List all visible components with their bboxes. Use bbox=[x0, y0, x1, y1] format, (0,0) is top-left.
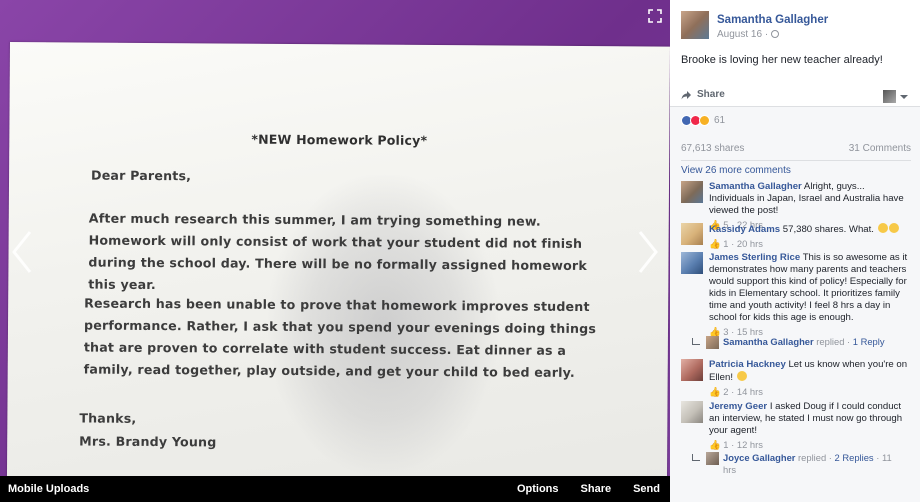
share-button[interactable]: Share bbox=[581, 483, 612, 495]
photo-viewer: *NEW Homework Policy* Dear Parents, Afte… bbox=[0, 0, 670, 502]
comment-avatar[interactable] bbox=[681, 401, 703, 423]
chevron-down-icon[interactable] bbox=[900, 95, 908, 99]
viewer-bottom-bar: Mobile Uploads Options Share Send bbox=[0, 476, 670, 502]
comment-author[interactable]: Patricia Hackney bbox=[709, 359, 786, 370]
globe-icon bbox=[771, 30, 780, 38]
reactions-row[interactable]: 61 bbox=[681, 115, 725, 126]
photo-letter[interactable]: *NEW Homework Policy* Dear Parents, Afte… bbox=[6, 42, 670, 483]
comment-time[interactable]: 14 hrs bbox=[737, 386, 763, 397]
wow-reaction-icon bbox=[699, 115, 710, 126]
laughing-emoji-icon bbox=[888, 223, 899, 233]
comment-meta: 👍 2 · 14 hrs bbox=[709, 386, 763, 397]
letter-title: *NEW Homework Policy* bbox=[251, 131, 428, 148]
reaction-count[interactable]: 61 bbox=[714, 115, 725, 126]
author-name[interactable]: Samantha Gallagher bbox=[717, 14, 828, 26]
comment-meta: 👍 1 · 12 hrs bbox=[709, 439, 763, 450]
reply-avatar bbox=[706, 452, 719, 465]
shares-count[interactable]: 67,613 shares bbox=[681, 143, 744, 154]
comments-count[interactable]: 31 Comments bbox=[849, 143, 911, 154]
comment-author[interactable]: James Sterling Rice bbox=[709, 252, 800, 263]
album-link[interactable]: Mobile Uploads bbox=[8, 483, 495, 495]
next-photo-arrow-icon[interactable] bbox=[632, 228, 662, 276]
comment-like-count[interactable]: 2 bbox=[723, 386, 728, 397]
reply-count-link[interactable]: 1 Reply bbox=[853, 336, 885, 347]
author-avatar[interactable] bbox=[681, 11, 709, 39]
engagement-section: 61 67,613 shares 31 Comments View 26 mor… bbox=[670, 106, 920, 502]
comment-body: Kassidy Adams 57,380 shares. What. 👍 1 ·… bbox=[709, 223, 911, 250]
like-count-icon: 👍 bbox=[709, 386, 721, 397]
post-text: Brooke is loving her new teacher already… bbox=[681, 54, 883, 66]
reply-arrow-icon bbox=[692, 454, 700, 461]
letter-paragraph-1: After much research this summer, I am tr… bbox=[88, 210, 587, 293]
comment-body: Patricia Hackney Let us know when you're… bbox=[709, 359, 911, 398]
comment-avatar[interactable] bbox=[681, 223, 703, 245]
share-row: Share bbox=[681, 89, 910, 105]
previous-photo-arrow-icon[interactable] bbox=[8, 228, 38, 276]
divider bbox=[681, 160, 911, 161]
comment-meta: 👍 1 · 20 hrs bbox=[709, 238, 763, 249]
like-count-icon: 👍 bbox=[709, 439, 721, 450]
comment-body: James Sterling Rice This is so awesome a… bbox=[709, 252, 911, 338]
post-date: August 16 · bbox=[717, 29, 780, 40]
comment-avatar[interactable] bbox=[681, 359, 703, 381]
reply-avatar bbox=[706, 336, 719, 349]
comment-author[interactable]: Jeremy Geer bbox=[709, 401, 767, 412]
comment-time[interactable]: 12 hrs bbox=[737, 439, 763, 450]
comment-author[interactable]: Kassidy Adams bbox=[709, 224, 780, 235]
grinning-emoji-icon bbox=[736, 371, 747, 381]
post-header: Samantha Gallagher August 16 · bbox=[681, 11, 910, 41]
comment-like-count[interactable]: 1 bbox=[723, 238, 728, 249]
reply-count-link[interactable]: 2 Replies bbox=[835, 452, 874, 463]
reply-action: replied · bbox=[816, 336, 851, 347]
comment-body: Jeremy Geer I asked Doug if I could cond… bbox=[709, 401, 911, 451]
viewer-avatar[interactable] bbox=[883, 90, 896, 103]
comment-avatar[interactable] bbox=[681, 252, 703, 274]
reply-text: Samantha Gallagher replied · 1 Reply bbox=[723, 336, 903, 348]
post-sidebar: Samantha Gallagher August 16 · Brooke is… bbox=[670, 0, 920, 502]
options-button[interactable]: Options bbox=[517, 483, 559, 495]
letter-closing: Thanks, bbox=[79, 410, 137, 426]
view-more-comments-link[interactable]: View 26 more comments bbox=[681, 165, 791, 176]
share-label: Share bbox=[697, 89, 725, 100]
post-date-text[interactable]: August 16 · bbox=[717, 29, 768, 40]
share-icon bbox=[681, 90, 691, 99]
comment-like-count[interactable]: 1 bbox=[723, 439, 728, 450]
reply-arrow-icon bbox=[692, 338, 700, 345]
comment-author[interactable]: Samantha Gallagher bbox=[709, 181, 802, 192]
comment-text: 57,380 shares. What. bbox=[782, 224, 874, 235]
reply-author[interactable]: Joyce Gallagher bbox=[723, 452, 795, 463]
letter-signature: Mrs. Brandy Young bbox=[79, 433, 217, 450]
post-share-button[interactable]: Share bbox=[681, 89, 725, 100]
laughing-emoji-icon bbox=[877, 223, 888, 233]
expand-icon[interactable] bbox=[648, 9, 662, 23]
comment-time[interactable]: 20 hrs bbox=[737, 238, 763, 249]
reply-author[interactable]: Samantha Gallagher bbox=[723, 336, 814, 347]
reply-text: Joyce Gallagher replied · 2 Replies · 11… bbox=[723, 452, 892, 475]
letter-greeting: Dear Parents, bbox=[91, 167, 192, 184]
comment-avatar[interactable] bbox=[681, 181, 703, 203]
like-count-icon: 👍 bbox=[709, 238, 721, 249]
letter-paragraph-2: Research has been unable to prove that h… bbox=[83, 295, 597, 380]
reply-action: replied · bbox=[798, 452, 832, 463]
send-button[interactable]: Send bbox=[633, 483, 660, 495]
